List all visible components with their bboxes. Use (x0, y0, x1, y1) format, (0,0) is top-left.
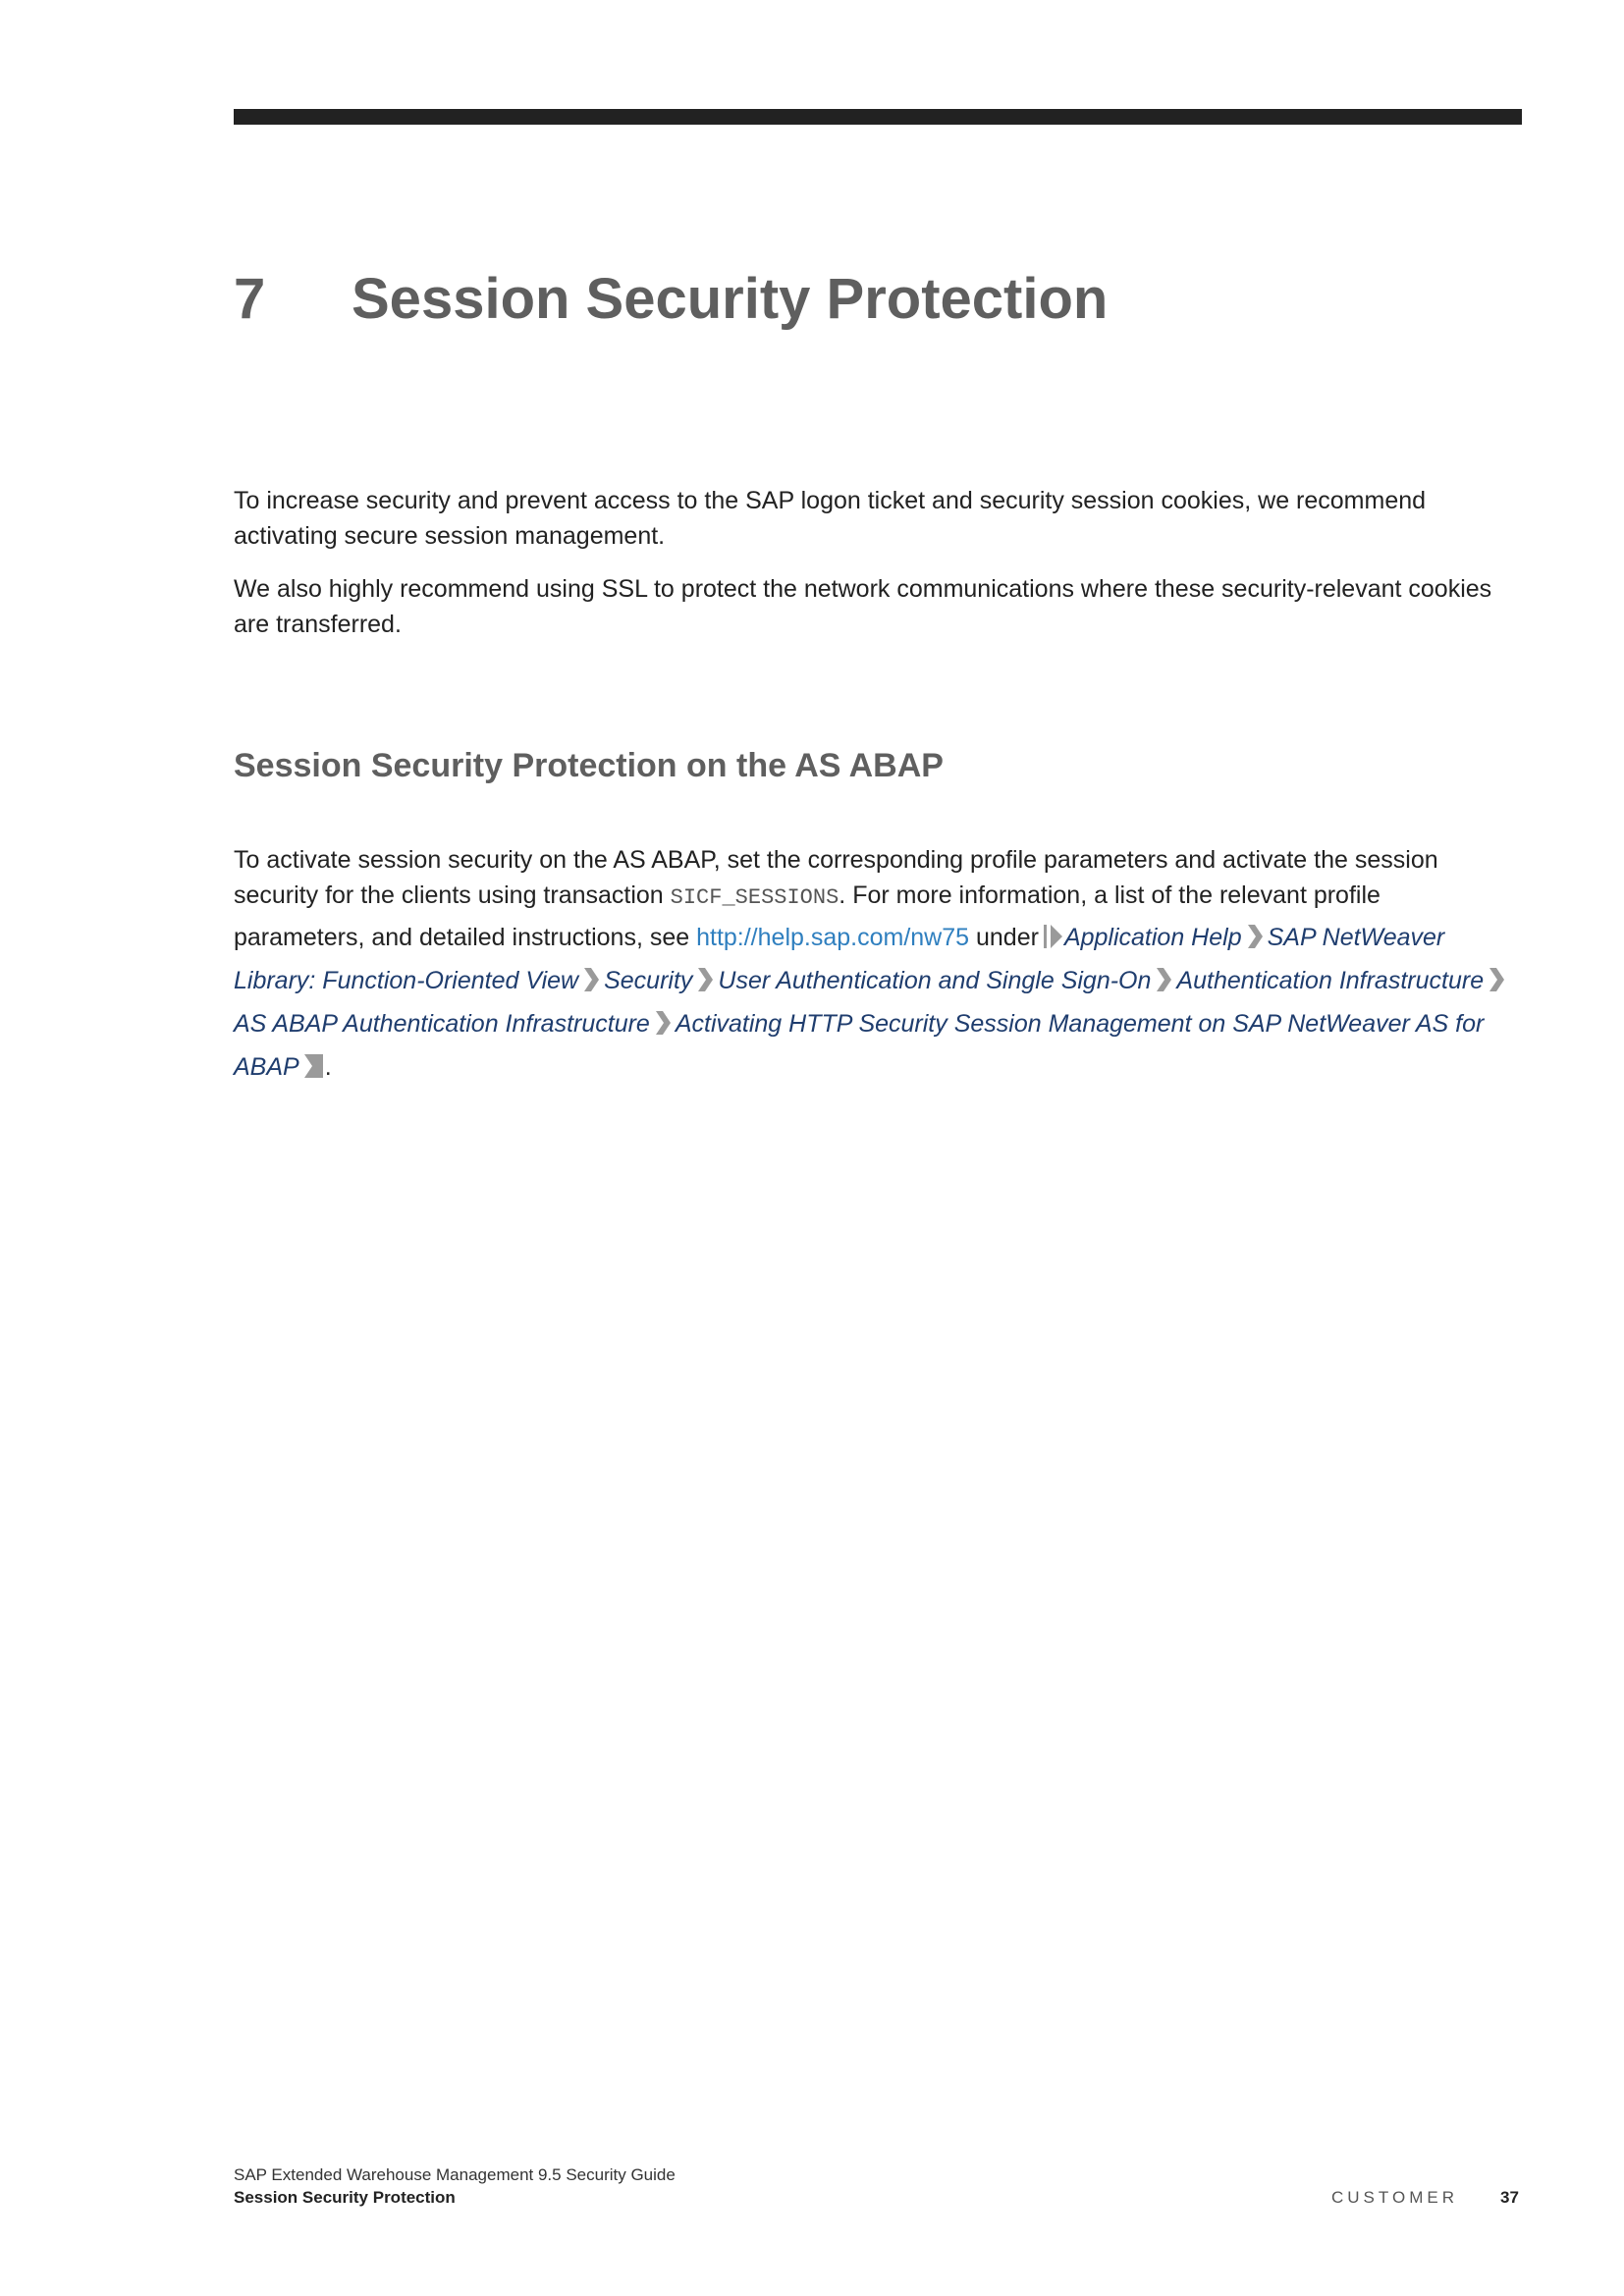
intro-text: To increase security and prevent access … (234, 483, 1522, 660)
body-line-2: security for the clients using transacti… (234, 878, 1522, 916)
intro-paragraph-1: To increase security and prevent access … (234, 487, 1427, 550)
body-text: parameters, and detailed instructions, s… (234, 924, 697, 951)
body-line-1: To activate session security on the AS A… (234, 846, 1438, 874)
chapter-title: Session Security Protection (352, 267, 1109, 331)
section-body: To activate session security on the AS A… (234, 842, 1522, 1089)
chapter-number: 7 (234, 267, 266, 331)
path-item: Authentication Infrastructure (1176, 967, 1485, 994)
chevron-right-icon (1488, 967, 1505, 992)
section-heading: Session Security Protection on the AS AB… (234, 747, 944, 784)
body-navigation-path: parameters, and detailed instructions, s… (234, 916, 1522, 1089)
body-text: security for the clients using transacti… (234, 881, 671, 909)
footer-document-info: SAP Extended Warehouse Management 9.5 Se… (234, 2163, 676, 2209)
transaction-code: SICF_SESSIONS (670, 885, 839, 910)
intro-paragraph-2: We also highly recommend using SSL to pr… (234, 575, 1492, 638)
chevron-right-icon (696, 967, 714, 992)
chevron-right-icon (1155, 967, 1172, 992)
chapter-heading: 7 Session Security Protection (234, 265, 1522, 334)
path-item: AS ABAP Authentication Infrastructure (234, 1010, 650, 1038)
path-item: Application Help (1063, 924, 1242, 951)
path-end-icon (303, 1053, 323, 1079)
chevron-right-icon (654, 1010, 672, 1036)
top-rule (234, 109, 1522, 125)
path-item: Security (604, 967, 693, 994)
page-number: 37 (1500, 2188, 1519, 2207)
footer-doc-title: SAP Extended Warehouse Management 9.5 Se… (234, 2165, 676, 2184)
chevron-right-icon (582, 967, 600, 992)
chevron-right-icon (1246, 924, 1264, 949)
path-item: User Authentication and Single Sign-On (718, 967, 1152, 994)
body-text: . (324, 1053, 332, 1081)
path-start-icon (1043, 924, 1062, 949)
footer-classification: CUSTOMER (1331, 2188, 1458, 2207)
help-link[interactable]: http://help.sap.com/nw75 (696, 924, 969, 951)
footer-section-title: Session Security Protection (234, 2188, 456, 2207)
body-text: under (969, 924, 1039, 951)
body-text: . For more information, a list of the re… (839, 881, 1380, 909)
